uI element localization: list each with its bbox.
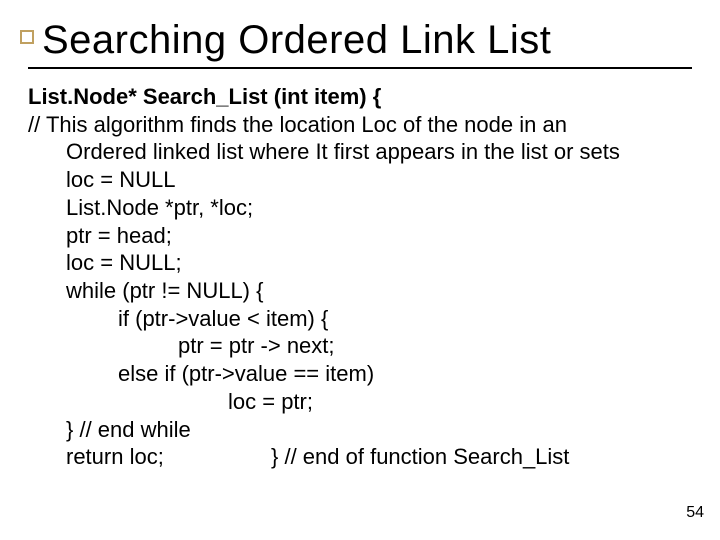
- code-loc-assign: loc = ptr;: [28, 388, 692, 416]
- code-signature: List.Node* Search_List (int item) {: [28, 83, 692, 111]
- code-while-open: while (ptr != NULL) {: [28, 277, 692, 305]
- code-decl: List.Node *ptr, *loc;: [28, 194, 692, 222]
- code-ptr-next: ptr = ptr -> next;: [28, 332, 692, 360]
- code-comment-3: loc = NULL: [28, 166, 692, 194]
- code-comment-2: Ordered linked list where It first appea…: [28, 138, 692, 166]
- code-comment-1: // This algorithm finds the location Loc…: [28, 111, 692, 139]
- code-elseif: else if (ptr->value == item): [28, 360, 692, 388]
- accent-square: [20, 30, 34, 44]
- code-end-fn: } // end of function Search_List: [271, 443, 692, 471]
- page-number: 54: [686, 504, 704, 522]
- slide-body: List.Node* Search_List (int item) { // T…: [28, 83, 692, 471]
- code-ptr-init: ptr = head;: [28, 222, 692, 250]
- code-end-while: } // end while: [28, 416, 692, 444]
- title-rule: [28, 67, 692, 69]
- slide-title: Searching Ordered Link List: [42, 18, 692, 63]
- code-return: return loc;: [28, 443, 271, 471]
- code-loc-init: loc = NULL;: [28, 249, 692, 277]
- code-if-cond: if (ptr->value < item) {: [28, 305, 692, 333]
